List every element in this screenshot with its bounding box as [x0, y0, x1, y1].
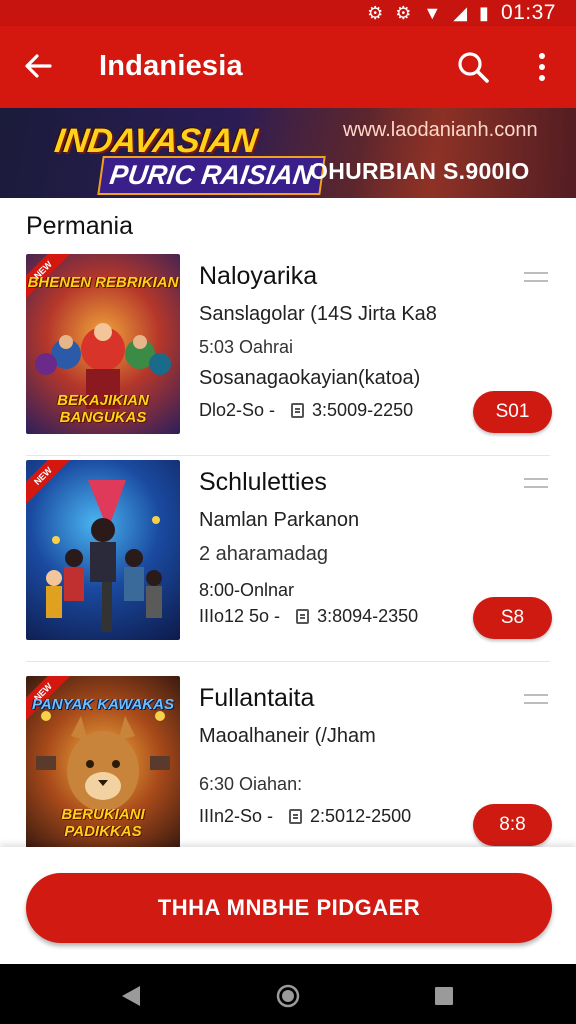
item-name: Fullantaita [199, 684, 315, 712]
item-detail-1: Namlan Parkanon [199, 509, 360, 531]
divider [26, 661, 550, 662]
drag-handle-icon[interactable] [524, 272, 548, 284]
bottom-panel: THHA MNBHE PIDGAER [0, 847, 576, 964]
status-time: 01:37 [500, 1, 556, 24]
back-arrow-icon[interactable] [22, 50, 54, 82]
item-meta-left: IIIo12 5o - [199, 606, 281, 626]
thumbnail-title: BHENEN REBRIKIAN [27, 274, 179, 291]
notification-icon: ⚙ [395, 2, 412, 23]
document-icon [296, 609, 310, 624]
section-title: Permania [26, 212, 133, 240]
thumbnail-subtitle: BERUKIANI PADIKKAS [61, 806, 145, 840]
app-title: Indaniesia [99, 50, 243, 82]
status-icons: ⚙ ⚙ ▼ ◢ ▮ 01:37 [367, 0, 556, 26]
banner-url: www.laodanianh.conn [343, 119, 538, 141]
search-icon[interactable] [456, 50, 490, 84]
system-nav-bar [0, 964, 576, 1024]
item-detail-1: Sanslagolar (14S Jirta Ka8 [199, 303, 437, 325]
document-icon [289, 809, 303, 824]
drag-handle-icon[interactable] [524, 694, 548, 706]
item-name: Schluletties [199, 468, 327, 496]
item-meta-right: 3:5009-2250 [312, 400, 414, 420]
thumbnail-subtitle: BEKAJIKIAN BANGUKAS [57, 392, 149, 426]
item-meta-right: 2:5012-2500 [310, 806, 412, 826]
battery-icon: ▮ [479, 2, 489, 23]
item-meta: IIIn2-So - 2:5012-2500 [199, 806, 411, 827]
item-thumbnail: NEW PANYAK KAWAKAS BERUKIANI PADIKKAS [26, 676, 180, 848]
item-detail-2: 2 aharamadag [199, 543, 328, 565]
nav-back-icon[interactable] [120, 984, 142, 1008]
drag-handle-icon[interactable] [524, 478, 548, 490]
app-bar: Indaniesia [0, 26, 576, 108]
item-detail-3: 8:00-Onlnar [199, 580, 295, 600]
more-options-icon[interactable] [528, 50, 556, 84]
wifi-icon: ▼ [423, 2, 442, 23]
price-button[interactable]: S8 [473, 597, 552, 639]
item-meta-left: Dlo2-So - [199, 400, 276, 420]
primary-action-button[interactable]: THHA MNBHE PIDGAER [26, 873, 552, 943]
promo-banner[interactable]: INDAVASIAN PURIC RAISIAN www.laodanianh.… [0, 108, 576, 198]
nav-home-icon[interactable] [276, 984, 300, 1008]
item-thumbnail: NEW BHENEN REBRIKIAN BEKAJIKIAN BANGUKAS [26, 254, 180, 434]
banner-promo-text: OHURBIAN S.900IO [310, 158, 530, 184]
item-detail-1: Maoalhaneir (/Jham [199, 725, 376, 747]
item-detail-2: 6:30 Oiahan: [199, 774, 303, 794]
list-item[interactable]: NEW Schluletties Namlan Parkanon 2 ahara… [0, 456, 576, 662]
status-bar: ⚙ ⚙ ▼ ◢ ▮ 01:37 [0, 0, 576, 26]
item-name: Naloyarika [199, 262, 318, 290]
price-button[interactable]: 8:8 [473, 804, 552, 846]
thumbnail-title: PANYAK KAWAKAS [32, 696, 174, 713]
document-icon [291, 403, 305, 418]
signal-icon: ◢ [453, 2, 468, 23]
item-detail-2: 5:03 Oahrai [199, 337, 294, 357]
item-detail-3: Sosanagaokayian(katoa) [199, 367, 421, 389]
item-meta: Dlo2-So - 3:5009-2250 [199, 400, 413, 421]
settings-icon: ⚙ [367, 2, 384, 23]
nav-recents-icon[interactable] [434, 986, 454, 1006]
item-meta-left: IIIn2-So - [199, 806, 274, 826]
list-item[interactable]: NEW BHENEN REBRIKIAN BEKAJIKIAN BANGUKAS… [0, 250, 576, 456]
item-thumbnail: NEW [26, 460, 180, 640]
item-meta: IIIo12 5o - 3:8094-2350 [199, 606, 418, 627]
banner-logo-line2: PURIC RAISIAN [97, 156, 326, 195]
thumbnail-art [46, 480, 162, 632]
item-meta-right: 3:8094-2350 [317, 606, 419, 626]
price-button[interactable]: S01 [473, 391, 552, 433]
